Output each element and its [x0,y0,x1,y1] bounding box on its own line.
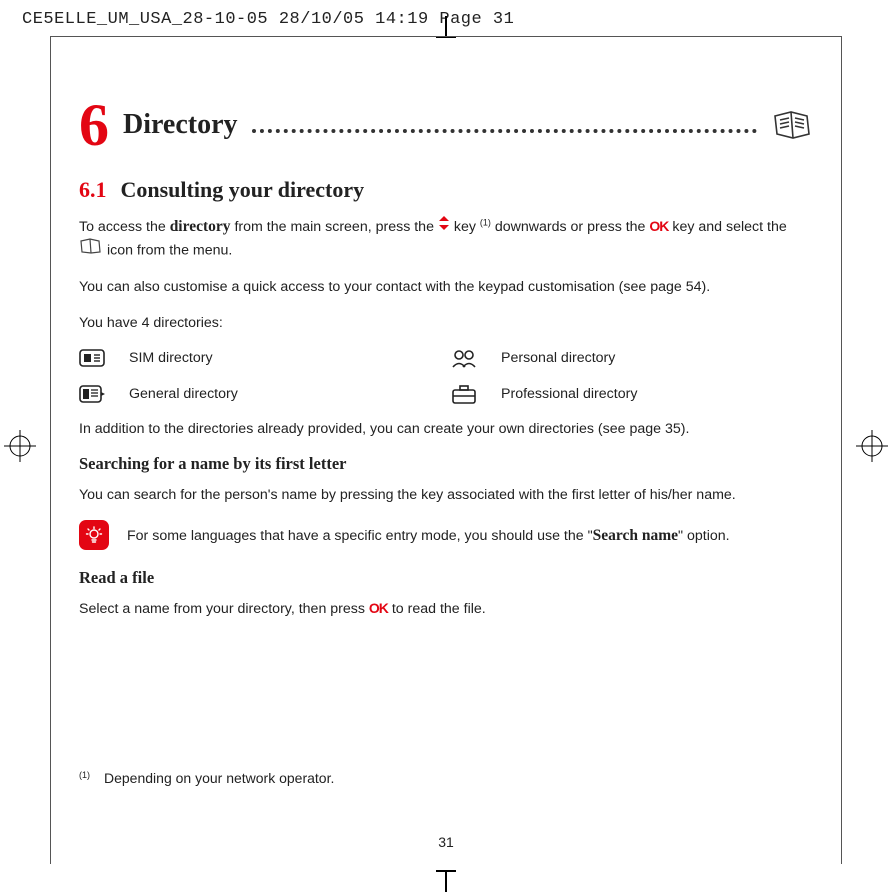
registration-mark-right [856,430,888,462]
crop-mark-bottom-v [445,872,447,892]
chapter-number: 6 [79,95,109,155]
ok-key-icon-2: OK [369,600,388,616]
menu-book-icon [79,238,103,261]
crop-mark-top-v [445,16,447,36]
personal-directory-icon [451,348,477,368]
directories-grid: SIM directory Personal directory General… [79,348,813,404]
intro-paragraph: To access the directory from the main sc… [79,215,813,262]
footnote-text: Depending on your network operator. [104,770,334,786]
general-directory-label: General directory [129,386,441,402]
directory-book-icon [771,110,813,140]
general-directory-icon [79,384,105,404]
ok-key-icon: OK [649,218,668,234]
page-number: 31 [51,834,841,850]
create-directories-paragraph: In addition to the directories already p… [79,418,813,440]
chapter-header: 6 Directory [79,95,813,155]
bold-directory: directory [170,218,231,235]
sim-directory-icon [79,348,105,368]
tip-text: For some languages that have a specific … [127,524,730,548]
professional-directory-icon [451,384,477,404]
chapter-title: Directory [123,109,238,141]
search-paragraph: You can search for the person's name by … [79,484,813,506]
section-title: 6.1 Consulting your directory [79,177,813,203]
directories-intro: You have 4 directories: [79,312,813,334]
nav-key-icon [438,215,450,238]
registration-mark-left [4,430,36,462]
professional-directory-label: Professional directory [501,386,813,402]
footnote: (1) Depending on your network operator. [79,770,813,786]
page-frame: 6 Directory 6.1 Consulting your directory… [50,36,842,864]
search-heading: Searching for a name by its first letter [79,454,813,474]
sim-directory-label: SIM directory [129,350,441,366]
bold-search-name: Search name [593,527,678,544]
section-number: 6.1 [79,177,107,202]
crop-mark-bottom-h [436,870,456,872]
dot-leader [252,129,757,133]
print-header: CE5ELLE_UM_USA_28-10-05 28/10/05 14:19 P… [22,10,514,29]
footnote-marker: (1) [79,770,90,786]
footnote-ref: (1) [480,217,491,227]
tip-row: For some languages that have a specific … [79,520,813,550]
read-file-paragraph: Select a name from your directory, then … [79,598,813,620]
personal-directory-label: Personal directory [501,350,813,366]
section-heading: Consulting your directory [121,177,365,202]
read-file-heading: Read a file [79,568,813,588]
tip-lightbulb-icon [79,520,109,550]
customise-paragraph: You can also customise a quick access to… [79,276,813,298]
